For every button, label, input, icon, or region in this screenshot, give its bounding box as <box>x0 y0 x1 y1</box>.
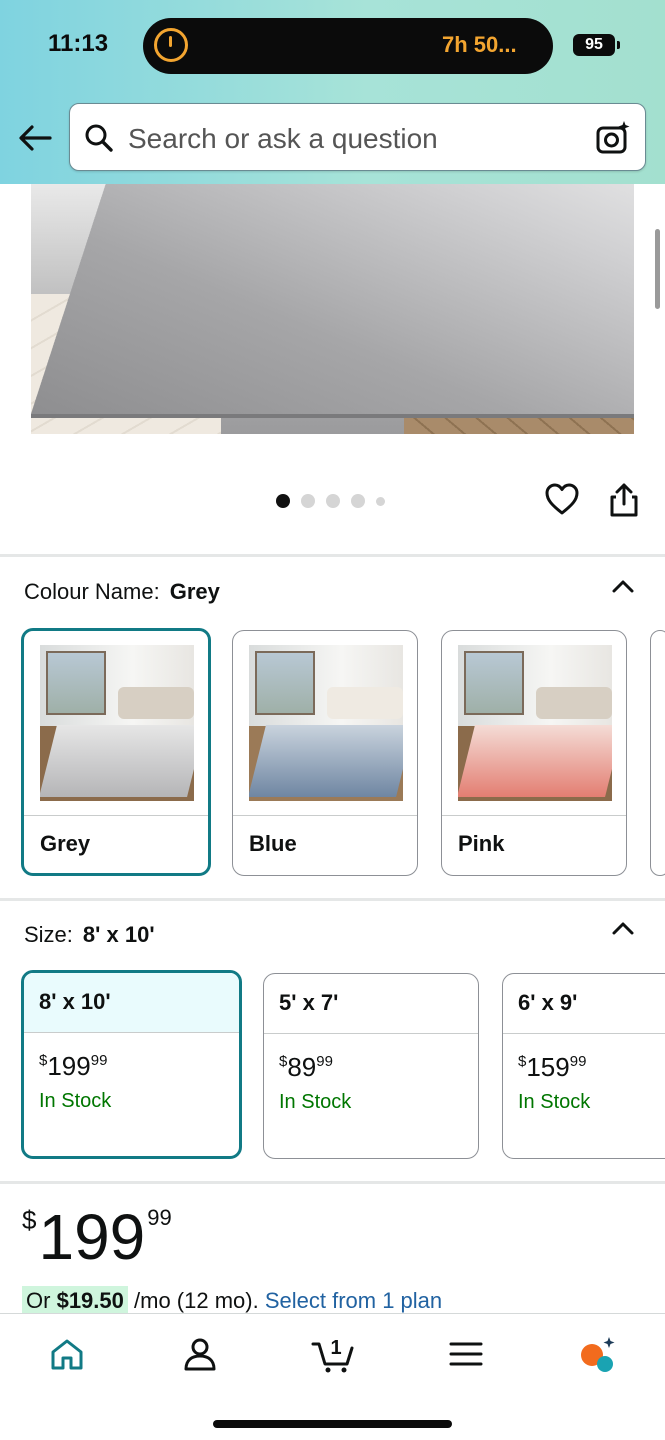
search-bar[interactable]: Search or ask a question <box>69 103 646 171</box>
account-icon[interactable] <box>180 1334 220 1374</box>
colour-option-label: Grey <box>40 831 91 856</box>
colour-thumbnail-pink <box>458 645 612 801</box>
cart-icon[interactable]: 1 <box>311 1334 355 1374</box>
colour-option-blue[interactable]: Blue <box>232 630 418 876</box>
select-plan-link[interactable]: Select from 1 plan <box>265 1288 442 1313</box>
colour-option-grey[interactable]: Grey <box>21 628 211 876</box>
size-selected-value: 8' x 10' <box>82 922 155 947</box>
status-time: 11:13 <box>48 30 109 57</box>
pagination-dot-2[interactable] <box>301 494 315 508</box>
stock-status: In Stock <box>39 1090 112 1112</box>
product-image-gallery[interactable] <box>0 184 665 554</box>
size-option-price: $15999 <box>518 1052 587 1082</box>
product-price: $19999 <box>22 1201 172 1273</box>
pagination-dot-4[interactable] <box>351 494 365 508</box>
bottom-nav: 1 <box>0 1313 665 1440</box>
pagination-dot-1[interactable] <box>276 494 290 508</box>
size-label: Size: 8' x 10' <box>24 922 155 947</box>
scrollbar[interactable] <box>655 229 660 309</box>
chevron-up-icon[interactable] <box>611 578 635 594</box>
arrow-left-icon[interactable] <box>14 118 56 158</box>
colour-thumbnail-grey <box>40 645 194 801</box>
size-option-name: 6' x 9' <box>518 990 578 1015</box>
stock-status: In Stock <box>518 1091 591 1113</box>
pagination-dot-3[interactable] <box>326 494 340 508</box>
cart-count: 1 <box>330 1337 341 1359</box>
installment-plan: Or $19.50 /mo (12 mo). Select from 1 pla… <box>22 1286 442 1315</box>
colour-option-label: Blue <box>249 831 297 856</box>
home-icon[interactable] <box>47 1334 87 1374</box>
camera-search-icon[interactable] <box>595 120 631 156</box>
size-option-name: 5' x 7' <box>279 990 339 1015</box>
chevron-up-icon[interactable] <box>611 920 635 936</box>
heart-icon[interactable] <box>544 482 580 516</box>
share-icon[interactable] <box>607 482 641 518</box>
colour-thumbnail-blue <box>249 645 403 801</box>
size-option-8x10[interactable]: 8' x 10' $19999 In Stock <box>21 970 242 1159</box>
rufus-icon[interactable] <box>577 1334 617 1374</box>
installment-amount: $19.50 <box>56 1288 124 1313</box>
section-divider <box>0 554 665 557</box>
size-option-5x7[interactable]: 5' x 7' $8999 In Stock <box>263 973 479 1159</box>
colour-selected-value: Grey <box>169 579 220 604</box>
size-option-price: $8999 <box>279 1052 333 1082</box>
colour-option-more[interactable] <box>650 630 665 876</box>
battery-indicator: 95 <box>573 34 620 56</box>
search-icon <box>85 124 113 152</box>
pagination-dot-5[interactable] <box>376 496 385 506</box>
timer-icon <box>154 28 188 62</box>
size-option-6x9[interactable]: 6' x 9' $15999 In Stock <box>502 973 665 1159</box>
colour-label: Colour Name: Grey <box>24 579 220 604</box>
section-divider <box>0 898 665 901</box>
home-indicator <box>213 1420 452 1428</box>
size-option-price: $19999 <box>39 1051 108 1081</box>
section-divider <box>0 1181 665 1184</box>
image-pagination[interactable] <box>276 494 385 508</box>
stock-status: In Stock <box>279 1091 352 1113</box>
menu-icon[interactable] <box>446 1334 486 1374</box>
live-activity-text: 7h 50... <box>442 32 517 57</box>
colour-option-pink[interactable]: Pink <box>441 630 627 876</box>
size-option-name: 8' x 10' <box>39 989 111 1014</box>
product-image[interactable] <box>31 184 634 434</box>
installment-terms: /mo (12 mo). <box>134 1288 259 1313</box>
app-header: 11:13 7h 50... 95 Search or ask a questi… <box>0 0 665 184</box>
rug-surface <box>31 184 634 414</box>
search-input[interactable]: Search or ask a question <box>128 123 438 155</box>
colour-option-label: Pink <box>458 831 505 856</box>
